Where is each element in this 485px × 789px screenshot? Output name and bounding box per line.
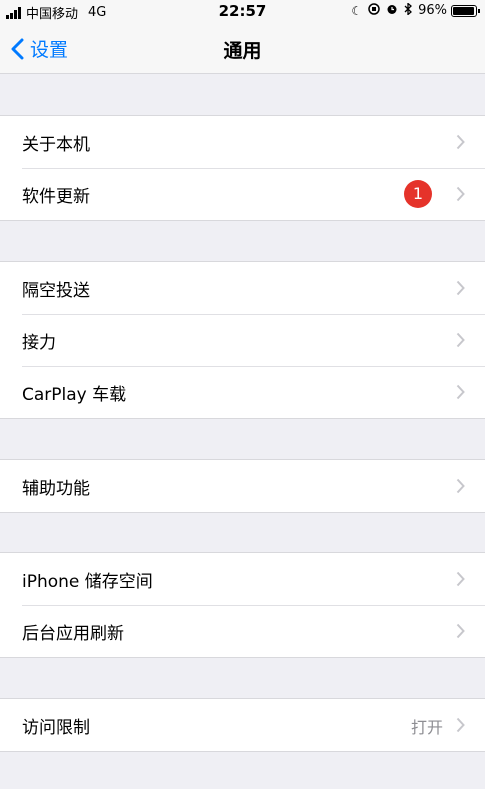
chevron-right-icon	[456, 478, 465, 494]
row-label: 隔空投送	[22, 280, 90, 301]
chevron-right-icon	[456, 717, 465, 733]
row-iphone-storage[interactable]: iPhone 储存空间	[0, 553, 485, 605]
chevron-right-icon	[456, 186, 465, 202]
battery-percent: 96%	[418, 3, 447, 18]
restrictions-status: 打开	[410, 718, 443, 737]
row-label: 关于本机	[22, 134, 90, 155]
row-label: 后台应用刷新	[22, 623, 124, 644]
settings-group-accessibility: 辅助功能	[0, 459, 485, 513]
chevron-right-icon	[456, 280, 465, 296]
chevron-right-icon	[456, 623, 465, 639]
chevron-right-icon	[456, 332, 465, 348]
chevron-right-icon	[456, 134, 465, 150]
alarm-icon	[386, 3, 398, 18]
row-label: 接力	[22, 332, 56, 353]
chevron-right-icon	[456, 384, 465, 400]
row-software-update[interactable]: 软件更新 1	[0, 168, 485, 220]
row-handoff[interactable]: 接力	[0, 314, 485, 366]
row-label: iPhone 储存空间	[22, 571, 153, 592]
settings-group-device: 关于本机 软件更新 1	[0, 115, 485, 221]
settings-group-storage: iPhone 储存空间 后台应用刷新	[0, 552, 485, 658]
moon-icon: ☾	[351, 3, 363, 18]
notification-badge: 1	[404, 180, 432, 208]
status-bar: 中国移动 4G 22:57 ☾ 96%	[0, 0, 485, 22]
battery-fill	[453, 6, 475, 15]
row-label: CarPlay 车载	[22, 384, 127, 405]
row-accessibility[interactable]: 辅助功能	[0, 460, 485, 512]
orientation-lock-icon	[368, 3, 380, 18]
settings-group-restrictions: 访问限制 打开	[0, 698, 485, 752]
row-carplay[interactable]: CarPlay 车载	[0, 366, 485, 418]
bluetooth-icon	[404, 2, 413, 18]
row-label: 辅助功能	[22, 478, 90, 499]
navigation-bar: 设置 通用	[0, 22, 485, 74]
battery-icon	[451, 4, 480, 17]
row-background-app-refresh[interactable]: 后台应用刷新	[0, 605, 485, 657]
row-about[interactable]: 关于本机	[0, 116, 485, 168]
row-restrictions[interactable]: 访问限制 打开	[0, 699, 485, 751]
row-airdrop[interactable]: 隔空投送	[0, 262, 485, 314]
chevron-right-icon	[456, 571, 465, 587]
settings-group-continuity: 隔空投送 接力 CarPlay 车载	[0, 261, 485, 419]
page-title: 通用	[223, 40, 262, 62]
status-right: ☾ 96%	[345, 2, 480, 18]
